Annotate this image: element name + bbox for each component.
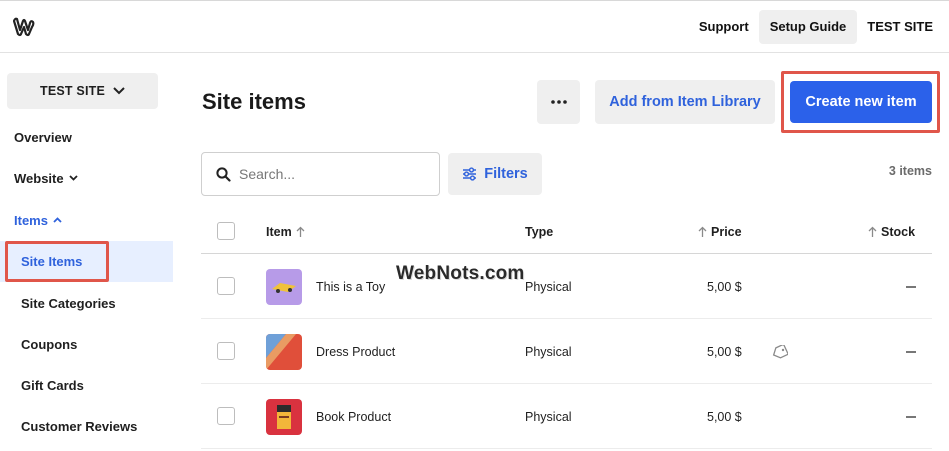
watermark: WebNots.com: [396, 263, 525, 284]
top-bar: Support Setup Guide TEST SITE: [0, 0, 949, 53]
column-header-stock[interactable]: Stock: [864, 225, 915, 239]
row-checkbox[interactable]: [217, 407, 235, 425]
chevron-up-icon: [53, 217, 62, 223]
stock-dash: [906, 416, 916, 418]
sale-tag-icon: [772, 319, 788, 384]
sidebar-item-label: Site Items: [21, 254, 83, 269]
item-count: 3 items: [888, 164, 932, 178]
table-row[interactable]: This is a Toy Physical 5,00 $: [201, 254, 932, 319]
sidebar-item-site-items[interactable]: Site Items: [0, 241, 173, 282]
column-label: Price: [711, 225, 742, 239]
column-label: Item: [266, 225, 292, 239]
page-title: Site items: [202, 89, 306, 114]
table-header: Item Type Price Stock: [201, 211, 932, 254]
sidebar-item-label: Items: [14, 212, 48, 228]
item-type: Physical: [525, 279, 572, 294]
filters-button[interactable]: Filters: [448, 153, 542, 195]
sidebar: TEST SITE Overview Website Items Site It…: [0, 53, 173, 451]
filters-label: Filters: [484, 166, 528, 182]
stock-dash: [906, 351, 916, 353]
chevron-down-icon: [113, 87, 125, 95]
column-label: Stock: [881, 225, 916, 239]
sidebar-item-label: Overview: [14, 129, 72, 145]
sidebar-item-label: Gift Cards: [21, 377, 84, 393]
setup-guide-button[interactable]: Setup Guide: [758, 10, 858, 44]
dress-thumbnail: [266, 334, 302, 370]
table-row[interactable]: Book Product Physical 5,00 $: [201, 384, 932, 449]
stock-dash: [906, 286, 916, 288]
chevron-down-icon: [68, 175, 78, 181]
item-type: Physical: [525, 409, 572, 424]
item-name[interactable]: Book Product: [316, 384, 391, 449]
book-thumbnail: [266, 399, 302, 435]
sliders-icon: [463, 167, 477, 181]
row-checkbox[interactable]: [217, 342, 235, 360]
site-selector-label: TEST SITE: [39, 84, 105, 98]
sidebar-item-gift-cards[interactable]: Gift Cards: [0, 365, 173, 405]
more-options-button[interactable]: [537, 80, 580, 124]
site-selector[interactable]: TEST SITE: [7, 73, 158, 109]
item-price: 5,00 $: [707, 409, 742, 424]
site-name-link[interactable]: TEST SITE: [857, 10, 943, 44]
sidebar-item-overview[interactable]: Overview: [0, 117, 173, 157]
sidebar-item-coupons[interactable]: Coupons: [0, 324, 173, 364]
create-new-item-button[interactable]: Create new item: [790, 81, 932, 123]
sidebar-item-website[interactable]: Website: [0, 158, 173, 198]
support-link[interactable]: Support: [689, 10, 759, 44]
sidebar-item-site-categories[interactable]: Site Categories: [0, 283, 173, 323]
item-type: Physical: [525, 344, 572, 359]
sidebar-item-label: Website: [14, 170, 64, 186]
search-box[interactable]: [201, 152, 440, 196]
search-icon: [216, 166, 231, 182]
item-price: 5,00 $: [707, 279, 742, 294]
table-row[interactable]: Dress Product Physical 5,00 $: [201, 319, 932, 384]
sidebar-item-customer-reviews[interactable]: Customer Reviews: [0, 406, 173, 446]
search-input[interactable]: [239, 166, 429, 182]
arrow-up-icon: [296, 226, 305, 237]
row-checkbox[interactable]: [217, 277, 235, 295]
column-header-item[interactable]: Item: [266, 225, 309, 239]
ellipsis-icon: [550, 100, 567, 104]
sidebar-item-label: Coupons: [21, 336, 78, 352]
column-label: Type: [525, 225, 554, 239]
item-name[interactable]: This is a Toy: [316, 254, 385, 319]
sidebar-item-label: Site Categories: [21, 295, 116, 311]
top-nav: Support Setup Guide TEST SITE: [689, 10, 943, 44]
sidebar-item-label: Customer Reviews: [21, 418, 138, 434]
toy-thumbnail: [266, 269, 302, 305]
weebly-w-icon[interactable]: [13, 17, 35, 37]
sidebar-item-items[interactable]: Items: [0, 200, 173, 240]
item-price: 5,00 $: [707, 344, 742, 359]
arrow-up-icon: [698, 226, 707, 237]
column-header-type[interactable]: Type: [525, 225, 553, 239]
select-all-checkbox[interactable]: [217, 222, 235, 240]
add-from-item-library-button[interactable]: Add from Item Library: [595, 80, 775, 124]
item-name[interactable]: Dress Product: [316, 319, 395, 384]
column-header-price[interactable]: Price: [694, 225, 742, 239]
arrow-up-icon: [868, 226, 877, 237]
